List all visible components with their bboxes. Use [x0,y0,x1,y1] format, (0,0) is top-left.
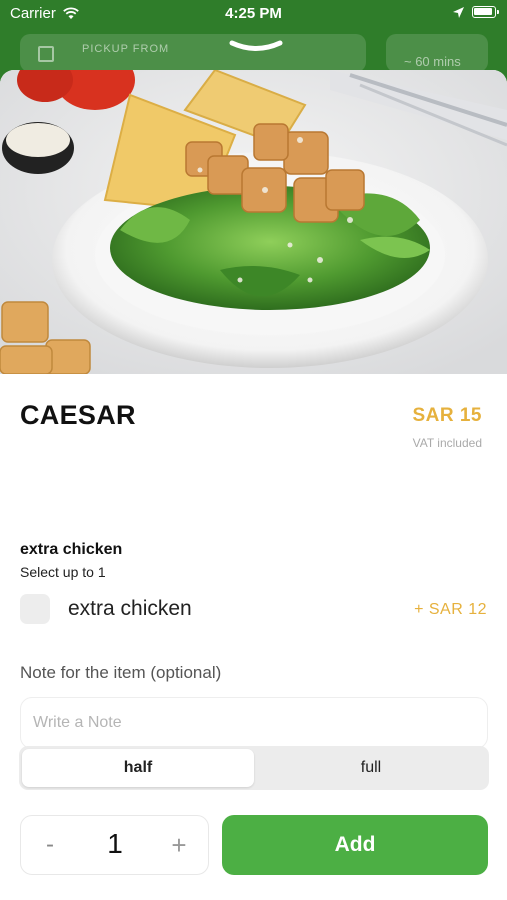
chevron-down-icon[interactable] [228,40,284,54]
size-segmented-control: half full [19,746,489,790]
segment-half[interactable]: half [22,749,254,787]
eta-card: ~ 60 mins [386,34,488,72]
segment-full[interactable]: full [256,749,486,787]
option-price: + SAR 12 [414,601,487,618]
add-button[interactable]: Add [222,815,488,875]
quantity-value: 1 [107,828,123,859]
pickup-card: PICKUP FROM [20,34,366,72]
modifier-group-subtitle: Select up to 1 [20,564,106,580]
modifier-group-title: extra chicken [20,541,123,558]
vat-note: VAT included [412,436,482,450]
eta-text: ~ 60 mins [404,54,461,69]
option-label[interactable]: extra chicken [68,597,192,621]
item-title: CAESAR [20,400,136,430]
shopping-bag-icon [38,46,54,62]
status-bar: Carrier 4:25 PM [0,0,507,30]
quantity-stepper: - 1 + [20,815,209,875]
note-input[interactable] [20,697,488,749]
battery-icon [472,6,499,18]
extra-chicken-checkbox[interactable] [20,594,50,624]
increment-button[interactable]: + [164,830,194,860]
status-time: 4:25 PM [225,5,282,22]
item-price: SAR 15 [412,405,482,426]
note-label: Note for the item (optional) [20,663,222,682]
salad-photo [0,70,507,374]
item-sheet: CAESAR SAR 15 VAT included extra chicken… [0,70,507,900]
decrement-button[interactable]: - [35,830,65,860]
pickup-label: PICKUP FROM [82,43,170,55]
location-arrow-icon [453,7,464,18]
